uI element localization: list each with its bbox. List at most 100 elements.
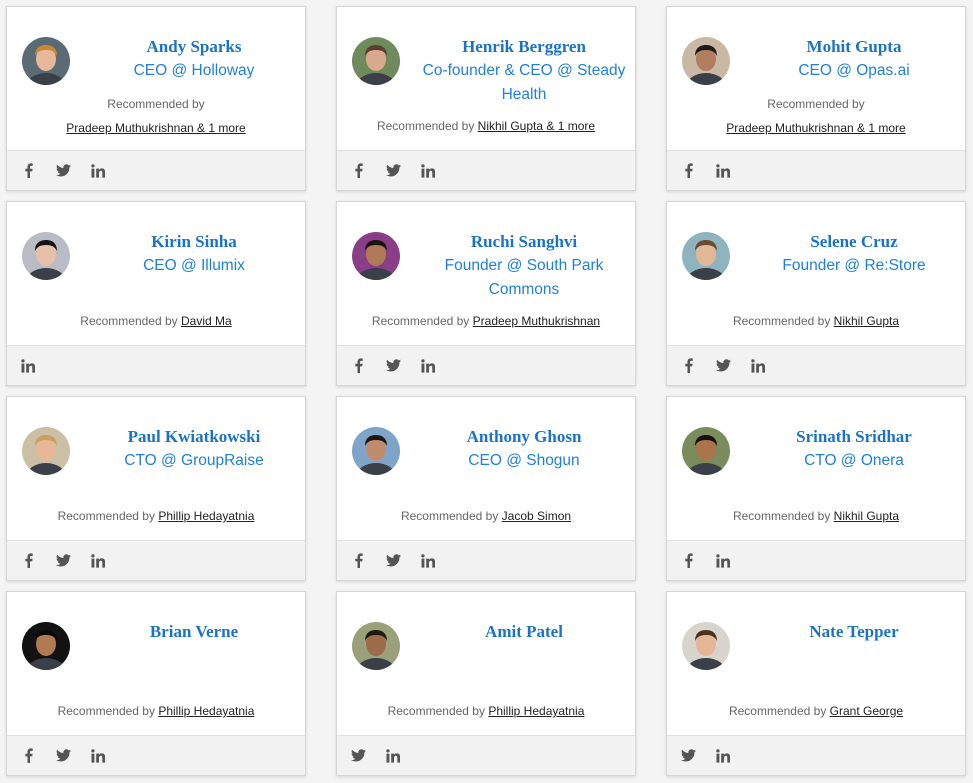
linkedin-icon[interactable] (88, 551, 108, 571)
social-links-bar (337, 345, 635, 385)
recommended-by: Recommended by Pradeep Muthukrishnan & 1… (667, 96, 965, 136)
twitter-icon[interactable] (53, 551, 73, 571)
linkedin-icon[interactable] (713, 161, 733, 181)
profile-name[interactable]: Srinath Sridhar (747, 426, 961, 448)
recommender-link[interactable]: Pradeep Muthukrishnan (473, 314, 600, 328)
recommended-by: Recommended by Nikhil Gupta (667, 508, 965, 524)
linkedin-icon[interactable] (713, 551, 733, 571)
linkedin-icon[interactable] (383, 746, 403, 766)
avatar[interactable] (22, 37, 70, 85)
avatar[interactable] (352, 37, 400, 85)
facebook-icon[interactable] (18, 161, 38, 181)
profile-info: Andy Sparks CEO @ Holloway (87, 36, 301, 83)
avatar[interactable] (352, 427, 400, 475)
profile-name[interactable]: Kirin Sinha (87, 231, 301, 253)
twitter-icon[interactable] (383, 161, 403, 181)
recommender-link[interactable]: Nikhil Gupta & 1 more (478, 119, 595, 133)
recommended-by: Recommended by Jacob Simon (337, 508, 635, 524)
profile-card: Selene Cruz Founder @ Re:Store Recommend… (666, 201, 966, 386)
avatar[interactable] (352, 622, 400, 670)
recommender-link[interactable]: Pradeep Muthukrishnan & 1 more (66, 121, 245, 135)
profile-name[interactable]: Ruchi Sanghvi (417, 231, 631, 253)
recommender-link[interactable]: Jacob Simon (502, 509, 571, 523)
avatar[interactable] (352, 232, 400, 280)
facebook-icon[interactable] (348, 356, 368, 376)
twitter-icon[interactable] (348, 746, 368, 766)
card-body: Selene Cruz Founder @ Re:Store Recommend… (667, 202, 965, 345)
card-body: Srinath Sridhar CTO @ Onera Recommended … (667, 397, 965, 540)
card-body: Mohit Gupta CEO @ Opas.ai Recommended by… (667, 7, 965, 150)
recommender-link[interactable]: Nikhil Gupta (834, 509, 899, 523)
twitter-icon[interactable] (678, 746, 698, 766)
profile-name[interactable]: Brian Verne (87, 621, 301, 643)
profile-info: Henrik Berggren Co-founder & CEO @ Stead… (417, 36, 631, 107)
recommended-by: Recommended by Pradeep Muthukrishnan & 1… (7, 96, 305, 136)
recommended-by-label: Recommended by (728, 704, 827, 718)
profile-name[interactable]: Nate Tepper (747, 621, 961, 643)
recommender-link[interactable]: Phillip Hedayatnia (158, 509, 254, 523)
recommended-by: Recommended by Phillip Hedayatnia (337, 703, 635, 719)
profile-name[interactable]: Selene Cruz (747, 231, 961, 253)
recommended-by-label: Recommended by (80, 314, 178, 328)
recommender-link[interactable]: Grant George (830, 704, 903, 718)
recommended-by-label: Recommended by (371, 314, 470, 328)
linkedin-icon[interactable] (88, 746, 108, 766)
profile-name[interactable]: Amit Patel (417, 621, 631, 643)
facebook-icon[interactable] (678, 161, 698, 181)
facebook-icon[interactable] (18, 551, 38, 571)
twitter-icon[interactable] (53, 161, 73, 181)
recommender-link[interactable]: Pradeep Muthukrishnan & 1 more (726, 121, 905, 135)
profile-card: Paul Kwiatkowski CTO @ GroupRaise Recomm… (6, 396, 306, 581)
avatar[interactable] (682, 37, 730, 85)
profile-card: Amit Patel Recommended by Phillip Hedaya… (336, 591, 636, 776)
profile-card: Ruchi Sanghvi Founder @ South Park Commo… (336, 201, 636, 386)
profile-name[interactable]: Anthony Ghosn (417, 426, 631, 448)
recommended-by-label: Recommended by (57, 704, 155, 718)
recommender-link[interactable]: Nikhil Gupta (834, 314, 899, 328)
profile-name[interactable]: Paul Kwiatkowski (87, 426, 301, 448)
linkedin-icon[interactable] (88, 161, 108, 181)
social-links-bar (667, 540, 965, 580)
twitter-icon[interactable] (53, 746, 73, 766)
profile-title: CTO @ Onera (804, 452, 904, 469)
linkedin-icon[interactable] (418, 356, 438, 376)
facebook-icon[interactable] (18, 746, 38, 766)
facebook-icon[interactable] (678, 551, 698, 571)
facebook-icon[interactable] (678, 356, 698, 376)
recommender-link[interactable]: David Ma (181, 314, 232, 328)
linkedin-icon[interactable] (418, 551, 438, 571)
recommender-link[interactable]: Phillip Hedayatnia (158, 704, 254, 718)
linkedin-icon[interactable] (18, 356, 38, 376)
profile-card: Brian Verne Recommended by Phillip Heday… (6, 591, 306, 776)
profile-title: Co-founder & CEO @ Steady Health (422, 62, 626, 103)
avatar[interactable] (22, 622, 70, 670)
recommended-by-label: Recommended by (387, 704, 485, 718)
linkedin-icon[interactable] (713, 746, 733, 766)
linkedin-icon[interactable] (748, 356, 768, 376)
twitter-icon[interactable] (383, 356, 403, 376)
facebook-icon[interactable] (348, 161, 368, 181)
twitter-icon[interactable] (713, 356, 733, 376)
profile-title: CEO @ Illumix (143, 257, 245, 274)
profile-info: Brian Verne (87, 621, 301, 644)
profile-name[interactable]: Andy Sparks (87, 36, 301, 58)
avatar[interactable] (682, 427, 730, 475)
linkedin-icon[interactable] (418, 161, 438, 181)
recommended-by: Recommended by Pradeep Muthukrishnan (337, 313, 635, 329)
recommended-by-label: Recommended by (767, 97, 865, 111)
profile-card: Kirin Sinha CEO @ Illumix Recommended by… (6, 201, 306, 386)
avatar[interactable] (682, 622, 730, 670)
recommender-link[interactable]: Phillip Hedayatnia (488, 704, 584, 718)
recommended-by: Recommended by Nikhil Gupta & 1 more (337, 118, 635, 134)
avatar[interactable] (22, 232, 70, 280)
twitter-icon[interactable] (383, 551, 403, 571)
profile-info: Anthony Ghosn CEO @ Shogun (417, 426, 631, 473)
profile-name[interactable]: Henrik Berggren (417, 36, 631, 58)
avatar[interactable] (22, 427, 70, 475)
facebook-icon[interactable] (348, 551, 368, 571)
profile-name[interactable]: Mohit Gupta (747, 36, 961, 58)
card-body: Ruchi Sanghvi Founder @ South Park Commo… (337, 202, 635, 345)
recommendation-grid: Andy Sparks CEO @ Holloway Recommended b… (6, 6, 966, 776)
social-links-bar (337, 735, 635, 775)
avatar[interactable] (682, 232, 730, 280)
